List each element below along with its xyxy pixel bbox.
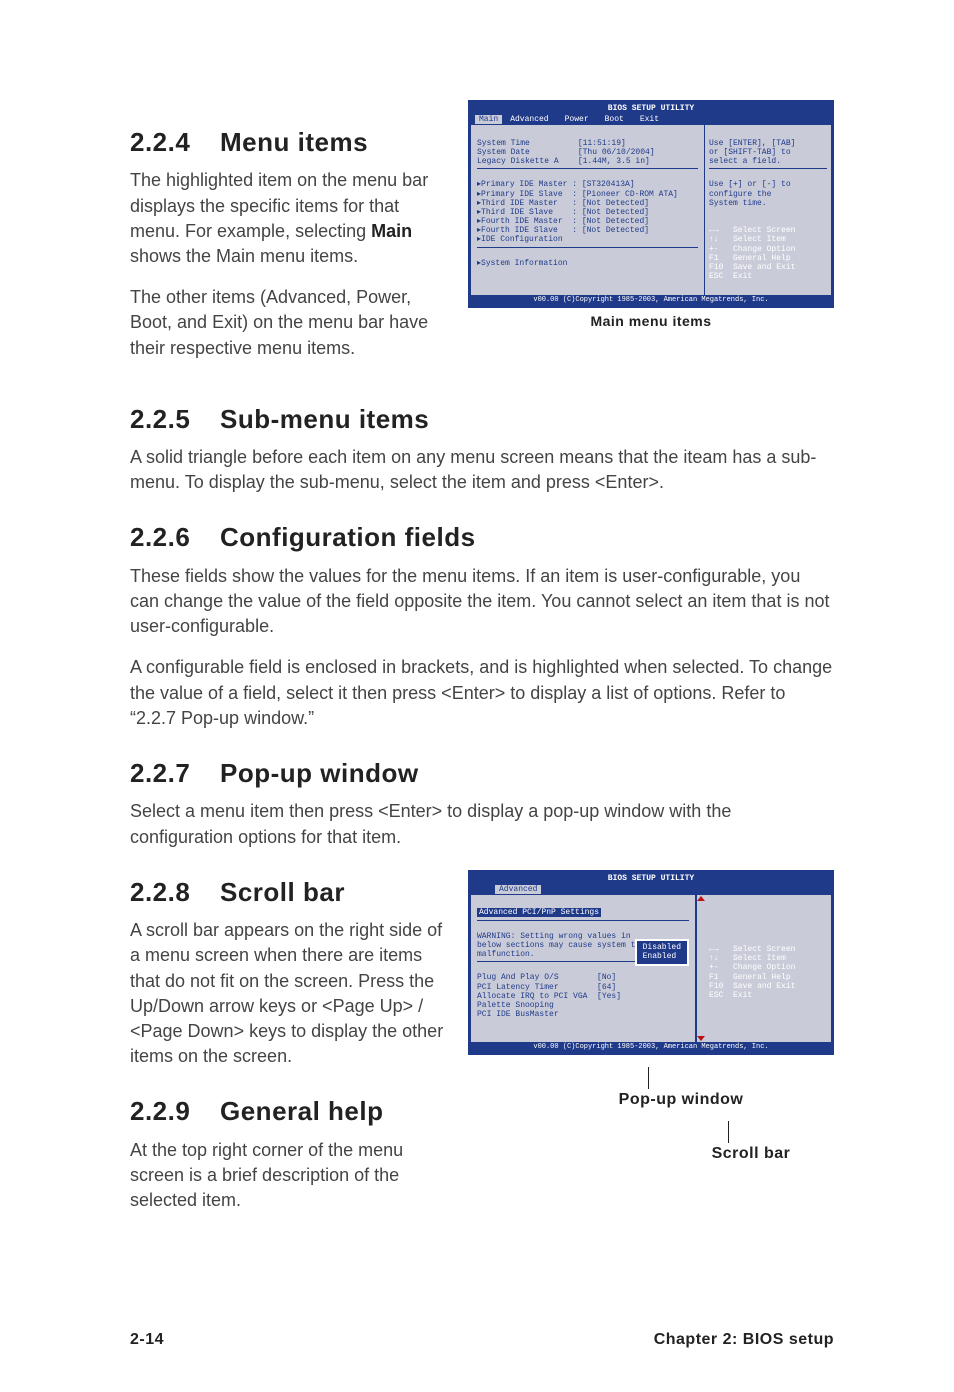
chapter-label: Chapter 2: BIOS setup — [654, 1329, 834, 1351]
bios2-copyright: v00.00 (C)Copyright 1985-2003, American … — [471, 1042, 831, 1052]
callout-scrollbar: Scroll bar — [668, 1143, 834, 1165]
bios-right-pane: Use [ENTER], [TAB] or [SHIFT-TAB] to sel… — [705, 125, 831, 294]
bios-copyright: v00.00 (C)Copyright 1985-2003, American … — [471, 295, 831, 305]
page-footer: 2-14 Chapter 2: BIOS setup — [0, 1269, 954, 1391]
para-227-1: Select a menu item then press <Enter> to… — [130, 799, 834, 849]
tab-power: Power — [557, 115, 597, 124]
bios-screenshot-main: BIOS SETUP UTILITY MainAdvancedPowerBoot… — [468, 100, 834, 331]
heading-2-2-6: 2.2.6Configuration fields — [130, 519, 834, 555]
heading-2-2-5: 2.2.5Sub-menu items — [130, 401, 834, 437]
bios2-tabs: Advanced — [471, 884, 831, 895]
bios-title: BIOS SETUP UTILITY — [471, 103, 831, 114]
tab-advanced: Advanced — [502, 115, 556, 124]
bios-tabs: MainAdvancedPowerBootExit — [471, 114, 831, 125]
bios2-left-pane: Advanced PCI/PnP Settings WARNING: Setti… — [471, 895, 696, 1042]
para-226-2: A configurable field is enclosed in brac… — [130, 655, 834, 731]
tab-advanced-2: Advanced — [495, 885, 541, 894]
scroll-bar — [696, 895, 705, 1042]
bios-screenshot-advanced: BIOS SETUP UTILITY Advanced Advanced PCI… — [468, 870, 834, 1166]
popup-window: Disabled Enabled — [635, 939, 689, 965]
page-number: 2-14 — [130, 1329, 164, 1351]
callout-popup: Pop-up window — [528, 1089, 834, 1111]
bios2-right-pane: ←→ Select Screen ↑↓ Select Item +- Chang… — [705, 895, 831, 1042]
para-226-1: These fields show the values for the men… — [130, 564, 834, 640]
tab-main: Main — [475, 115, 502, 124]
tab-boot: Boot — [597, 115, 632, 124]
bios-left-pane: System Time [11:51:19] System Date [Thu … — [471, 125, 705, 294]
tab-exit: Exit — [632, 115, 667, 124]
heading-2-2-7: 2.2.7Pop-up window — [130, 755, 834, 791]
para-225-1: A solid triangle before each item on any… — [130, 445, 834, 495]
bios1-caption: Main menu items — [468, 312, 834, 332]
bios2-title: BIOS SETUP UTILITY — [471, 873, 831, 884]
